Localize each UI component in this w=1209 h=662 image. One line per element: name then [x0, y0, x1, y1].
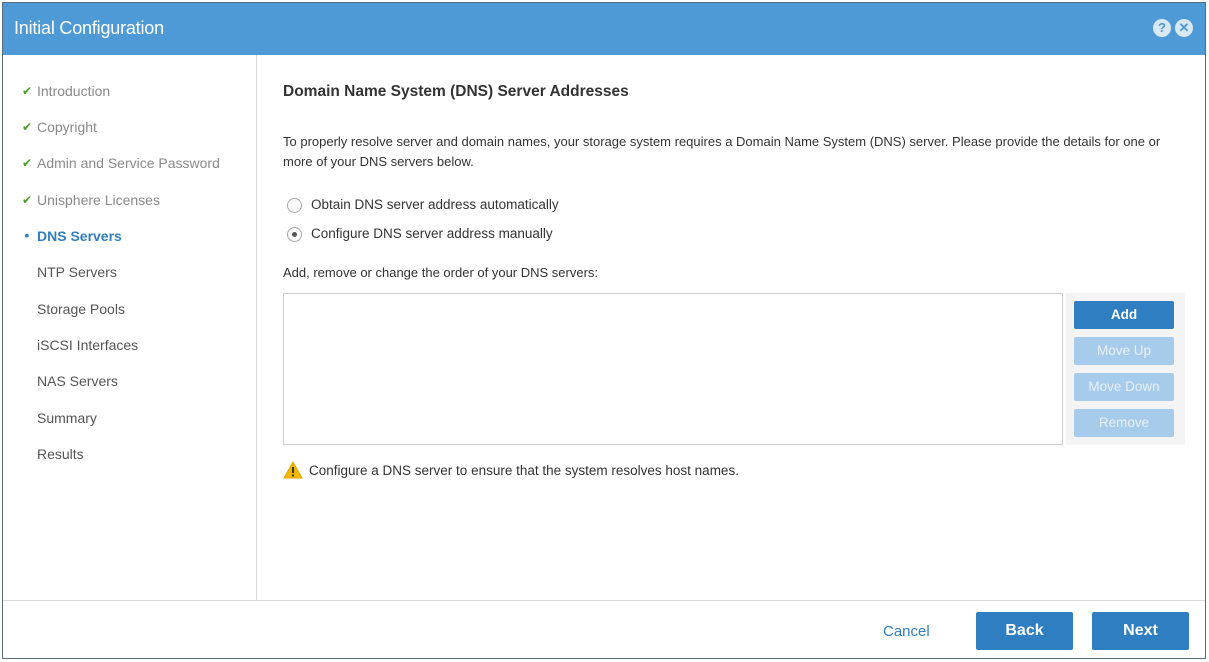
warning-text: Configure a DNS server to ensure that th… [309, 463, 739, 478]
page-title: Domain Name System (DNS) Server Addresse… [283, 83, 629, 100]
sidebar-item-ntp-servers[interactable]: NTP Servers [3, 261, 256, 285]
sidebar-item-label: Admin and Service Password [37, 155, 220, 171]
sidebar-item-label: Summary [37, 410, 97, 426]
sidebar-item-summary[interactable]: Summary [3, 407, 256, 431]
check-icon: ✔ [21, 193, 33, 207]
move-up-button[interactable]: Move Up [1074, 337, 1174, 365]
window-title: Initial Configuration [14, 18, 164, 38]
sidebar-item-copyright[interactable]: ✔ Copyright [3, 116, 256, 140]
sidebar-item-label: DNS Servers [37, 228, 122, 244]
dns-servers-list[interactable] [283, 293, 1063, 445]
radio-button[interactable] [287, 198, 302, 213]
list-actions-panel: Add Move Up Move Down Remove [1066, 293, 1185, 445]
description-text: To properly resolve server and domain na… [283, 134, 1161, 169]
dns-list-label: Add, remove or change the order of your … [283, 265, 599, 280]
radio-label: Configure DNS server address manually [311, 226, 553, 241]
next-button[interactable]: Next [1092, 612, 1189, 650]
title-bar: Initial Configuration ? ✕ [3, 3, 1205, 55]
sidebar-item-iscsi-interfaces[interactable]: iSCSI Interfaces [3, 334, 256, 358]
help-icon[interactable]: ? [1153, 19, 1171, 37]
sidebar-item-label: NTP Servers [37, 264, 117, 280]
sidebar-item-label: Unisphere Licenses [37, 192, 160, 208]
sidebar-item-results[interactable]: Results [3, 443, 256, 467]
check-icon: ✔ [21, 156, 33, 170]
sidebar-item-admin-password[interactable]: ✔ Admin and Service Password [3, 152, 256, 176]
current-step-dot-icon: • [24, 227, 30, 243]
sidebar-item-nas-servers[interactable]: NAS Servers [3, 370, 256, 394]
add-button[interactable]: Add [1074, 301, 1174, 329]
radio-label: Obtain DNS server address automatically [311, 197, 559, 212]
sidebar-item-dns-servers[interactable]: • DNS Servers [3, 225, 256, 249]
main-content: Domain Name System (DNS) Server Addresse… [258, 55, 1205, 600]
move-down-button[interactable]: Move Down [1074, 373, 1174, 401]
sidebar-item-storage-pools[interactable]: Storage Pools [3, 298, 256, 322]
sidebar-item-unisphere-licenses[interactable]: ✔ Unisphere Licenses [3, 189, 256, 213]
radio-button[interactable] [287, 227, 302, 242]
sidebar-item-label: Results [37, 446, 84, 462]
initial-configuration-dialog: Initial Configuration ? ✕ ✔ Introduction… [2, 2, 1206, 659]
back-button[interactable]: Back [976, 612, 1073, 650]
cancel-link[interactable]: Cancel [883, 623, 930, 640]
sidebar-item-label: NAS Servers [37, 373, 118, 389]
remove-button[interactable]: Remove [1074, 409, 1174, 437]
sidebar-item-label: Introduction [37, 83, 111, 99]
close-icon[interactable]: ✕ [1175, 19, 1193, 37]
wizard-steps-sidebar: ✔ Introduction ✔ Copyright ✔ Admin and S… [3, 55, 257, 600]
warning-icon [283, 461, 303, 479]
sidebar-item-label: iSCSI Interfaces [37, 337, 139, 353]
sidebar-item-label: Storage Pools [37, 301, 125, 317]
sidebar-item-label: Copyright [37, 119, 97, 135]
check-icon: ✔ [21, 84, 33, 98]
sidebar-item-introduction[interactable]: ✔ Introduction [3, 80, 256, 104]
dialog-footer: Cancel Back Next [3, 600, 1205, 658]
check-icon: ✔ [21, 120, 33, 134]
